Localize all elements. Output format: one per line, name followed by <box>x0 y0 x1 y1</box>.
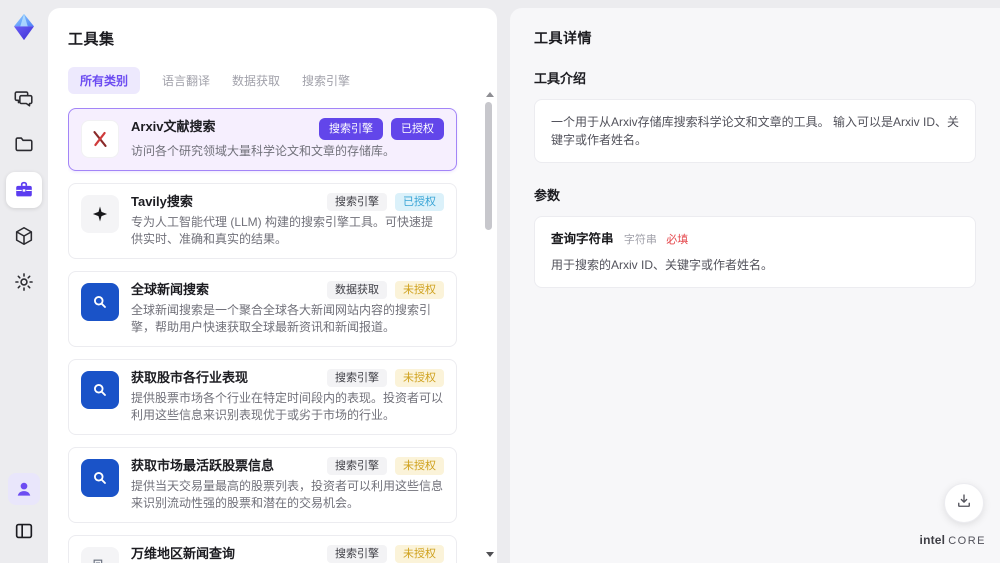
brand-intel-text: intel <box>919 533 946 547</box>
nav-settings-button[interactable] <box>6 264 42 300</box>
nav-files-button[interactable] <box>6 126 42 162</box>
tool-name: Arxiv文献搜索 <box>131 119 216 134</box>
status-badge: 已授权 <box>395 193 444 211</box>
tab-language-translation[interactable]: 语言翻译 <box>162 67 210 94</box>
status-badge: 未授权 <box>395 281 444 299</box>
folder-icon <box>13 133 35 155</box>
download-button[interactable] <box>944 483 984 523</box>
package-cube-icon <box>13 225 35 247</box>
intro-text: 一个用于从Arxiv存储库搜索科学论文和文章的工具。 输入可以是Arxiv ID… <box>551 115 960 147</box>
briefcase-icon <box>13 179 35 201</box>
status-badge: 已授权 <box>391 118 444 140</box>
tool-detail-panel: 工具详情 工具介绍 一个用于从Arxiv存储库搜索科学论文和文章的工具。 输入可… <box>510 8 1000 563</box>
scroll-down-arrow-icon[interactable] <box>486 552 494 557</box>
tool-card-regional-news[interactable]: 万维地区新闻查询 搜索引擎 未授权 查询具体行政区划内的新闻，快速了解各地新闻动 <box>68 535 457 563</box>
param-name: 查询字符串 <box>551 232 614 246</box>
nav-packages-button[interactable] <box>6 218 42 254</box>
news-building-logo-icon <box>81 547 119 563</box>
category-badge: 数据获取 <box>327 281 387 299</box>
category-tabs: 所有类别 语言翻译 数据获取 搜索引擎 <box>68 67 471 94</box>
intro-heading: 工具介绍 <box>534 71 587 86</box>
tool-description: 全球新闻搜索是一个聚合全球各大新闻网站内容的搜索引擎，帮助用户快速获取全球最新资… <box>131 303 432 334</box>
page-title: 工具集 <box>68 31 115 48</box>
status-badge: 未授权 <box>395 545 444 563</box>
tavily-star-icon <box>81 195 119 233</box>
intel-core-logo: intel core <box>920 533 986 547</box>
detail-title: 工具详情 <box>534 30 592 46</box>
blue-search-logo-icon <box>81 459 119 497</box>
tool-description: 提供当天交易量最高的股票列表，投资者可以利用这些信息来识别流动性强的股票和潜在的… <box>131 479 444 510</box>
brand-core-text: core <box>948 535 986 547</box>
category-badge: 搜索引擎 <box>327 193 387 211</box>
collapse-sidebar-button[interactable] <box>6 513 42 549</box>
blue-search-logo-icon <box>81 371 119 409</box>
tool-name: 获取市场最活跃股票信息 <box>131 458 275 473</box>
status-badge: 未授权 <box>395 369 444 387</box>
status-badge: 未授权 <box>395 457 444 475</box>
app-window: 工具集 所有类别 语言翻译 数据获取 搜索引擎 Arxiv文献搜索 搜索引擎 已… <box>0 0 1000 563</box>
category-badge: 搜索引擎 <box>327 457 387 475</box>
tool-list: Arxiv文献搜索 搜索引擎 已授权 访问各个研究领域大量科学论文和文章的存储库… <box>68 108 471 563</box>
sidebar-rail <box>0 0 48 563</box>
category-badge: 搜索引擎 <box>327 545 387 563</box>
tool-card-stock-industry[interactable]: 获取股市各行业表现 搜索引擎 未授权 提供股票市场各个行业在特定时间段内的表现。… <box>68 359 457 435</box>
tool-name: Tavily搜索 <box>131 194 193 209</box>
nav-tools-button[interactable] <box>6 172 42 208</box>
tool-list-panel: 工具集 所有类别 语言翻译 数据获取 搜索引擎 Arxiv文献搜索 搜索引擎 已… <box>48 8 497 563</box>
param-description: 用于搜索的Arxiv ID、关键字或作者姓名。 <box>551 258 774 272</box>
param-card: 查询字符串 字符串 必填 用于搜索的Arxiv ID、关键字或作者姓名。 <box>534 216 976 288</box>
tool-card-arxiv[interactable]: Arxiv文献搜索 搜索引擎 已授权 访问各个研究领域大量科学论文和文章的存储库… <box>68 108 457 171</box>
category-badge: 搜索引擎 <box>327 369 387 387</box>
tool-name: 全球新闻搜索 <box>131 282 210 297</box>
user-avatar-button[interactable] <box>8 473 40 505</box>
user-avatar-icon <box>14 479 34 499</box>
blue-search-logo-icon <box>81 283 119 321</box>
tool-description: 专为人工智能代理 (LLM) 构建的搜索引擎工具。可快速提供实时、准确和真实的结… <box>131 215 434 246</box>
nav-chat-button[interactable] <box>6 80 42 116</box>
param-required-flag: 必填 <box>666 234 689 246</box>
scrollbar-thumb[interactable] <box>485 102 492 230</box>
tab-data-acquisition[interactable]: 数据获取 <box>232 67 280 94</box>
param-type: 字符串 <box>623 234 657 246</box>
tool-card-active-stocks[interactable]: 获取市场最活跃股票信息 搜索引擎 未授权 提供当天交易量最高的股票列表，投资者可… <box>68 447 457 523</box>
gear-icon <box>13 271 35 293</box>
download-icon <box>955 492 973 515</box>
app-logo-icon <box>9 12 39 42</box>
tool-name: 获取股市各行业表现 <box>131 370 249 385</box>
category-badge: 搜索引擎 <box>319 118 383 140</box>
list-scrollbar[interactable] <box>484 90 494 559</box>
params-heading: 参数 <box>534 188 561 203</box>
tool-description: 访问各个研究领域大量科学论文和文章的存储库。 <box>131 144 396 158</box>
tool-description: 提供股票市场各个行业在特定时间段内的表现。投资者可以利用这些信息来识别表现优于或… <box>131 391 444 422</box>
tool-name: 万维地区新闻查询 <box>131 546 236 561</box>
tab-search-engine[interactable]: 搜索引擎 <box>302 67 350 94</box>
arxiv-logo-icon <box>81 120 119 158</box>
scroll-up-arrow-icon[interactable] <box>486 92 494 97</box>
tab-all-categories[interactable]: 所有类别 <box>68 67 141 94</box>
intro-card: 一个用于从Arxiv存储库搜索科学论文和文章的工具。 输入可以是Arxiv ID… <box>534 99 976 163</box>
tool-card-global-news[interactable]: 全球新闻搜索 数据获取 未授权 全球新闻搜索是一个聚合全球各大新闻网站内容的搜索… <box>68 271 457 347</box>
chat-icon <box>13 87 35 109</box>
tool-card-tavily[interactable]: Tavily搜索 搜索引擎 已授权 专为人工智能代理 (LLM) 构建的搜索引擎… <box>68 183 457 259</box>
collapse-panel-icon <box>13 520 35 542</box>
